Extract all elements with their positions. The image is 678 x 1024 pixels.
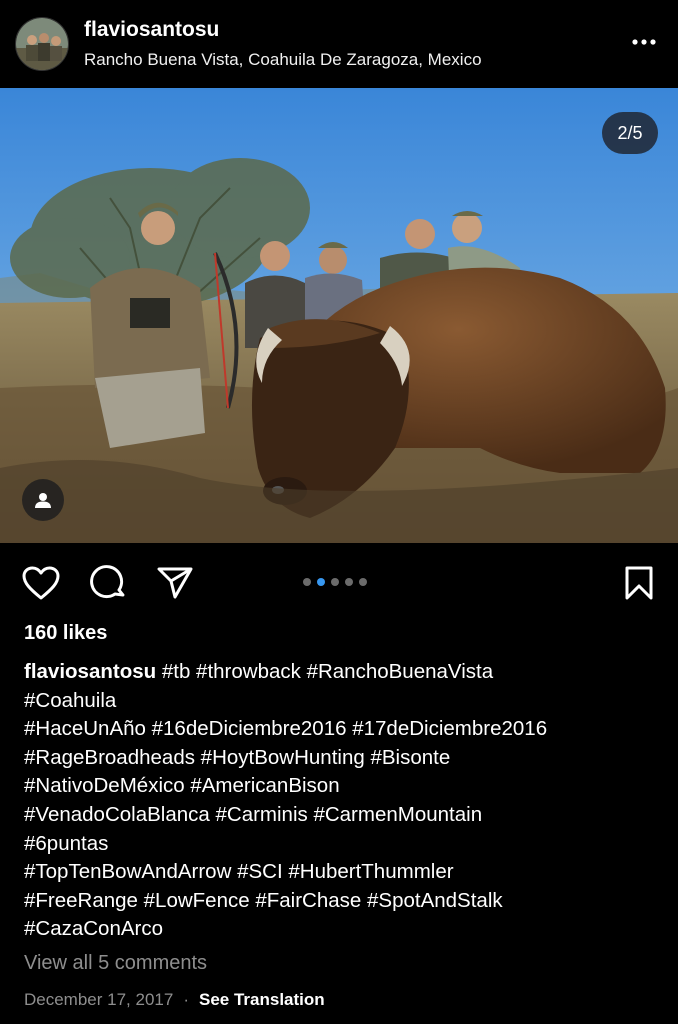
user-tag-icon[interactable] (22, 479, 64, 521)
caption-line[interactable]: #VenadoColaBlanca #Carminis #CarmenMount… (24, 801, 664, 830)
caption-line[interactable]: #NativoDeMéxico #AmericanBison (24, 772, 664, 801)
caption-line[interactable]: #FreeRange #LowFence #FairChase #SpotAnd… (24, 887, 664, 916)
caption-line[interactable]: #HaceUnAño #16deDiciembre2016 #17deDicie… (24, 715, 664, 744)
post-location[interactable]: Rancho Buena Vista, Coahuila De Zaragoza… (84, 50, 482, 70)
post-photo[interactable]: 2/5 (0, 88, 678, 543)
post-caption: flaviosantosu #tb #throwback #RanchoBuen… (24, 658, 664, 944)
caption-line[interactable]: #tb #throwback #RanchoBuenaVista (162, 660, 493, 683)
view-comments-link[interactable]: View all 5 comments (24, 952, 207, 975)
caption-line[interactable]: #TopTenBowAndArrow #SCI #HubertThummler (24, 858, 664, 887)
caption-line[interactable]: #CazaConArco (24, 915, 664, 944)
send-icon[interactable] (155, 563, 195, 603)
post-header: flaviosantosu Rancho Buena Vista, Coahui… (0, 0, 678, 88)
carousel-dot (303, 578, 311, 586)
carousel-counter: 2/5 (602, 112, 658, 154)
post-username[interactable]: flaviosantosu (84, 18, 219, 42)
caption-username[interactable]: flaviosantosu (24, 660, 156, 683)
carousel-dot-active (317, 578, 325, 586)
comment-icon[interactable] (88, 563, 128, 603)
post-footer: December 17, 2017 · See Translation (24, 990, 325, 1010)
carousel-indicator (303, 578, 367, 586)
carousel-dot (359, 578, 367, 586)
carousel-dot (345, 578, 353, 586)
caption-line[interactable]: #6puntas (24, 830, 664, 859)
footer-separator: · (183, 990, 189, 1009)
likes-count[interactable]: 160 likes (24, 622, 107, 645)
more-options-icon[interactable] (626, 28, 662, 56)
profile-avatar[interactable] (15, 17, 69, 71)
see-translation-button[interactable]: See Translation (199, 990, 325, 1010)
caption-line[interactable]: #Coahuila (24, 687, 664, 716)
bookmark-icon[interactable] (619, 563, 659, 603)
heart-icon[interactable] (21, 563, 61, 603)
carousel-dot (331, 578, 339, 586)
post-date: December 17, 2017 (24, 990, 174, 1009)
caption-line[interactable]: #RageBroadheads #HoytBowHunting #Bisonte (24, 744, 664, 773)
post-actions (0, 543, 678, 621)
